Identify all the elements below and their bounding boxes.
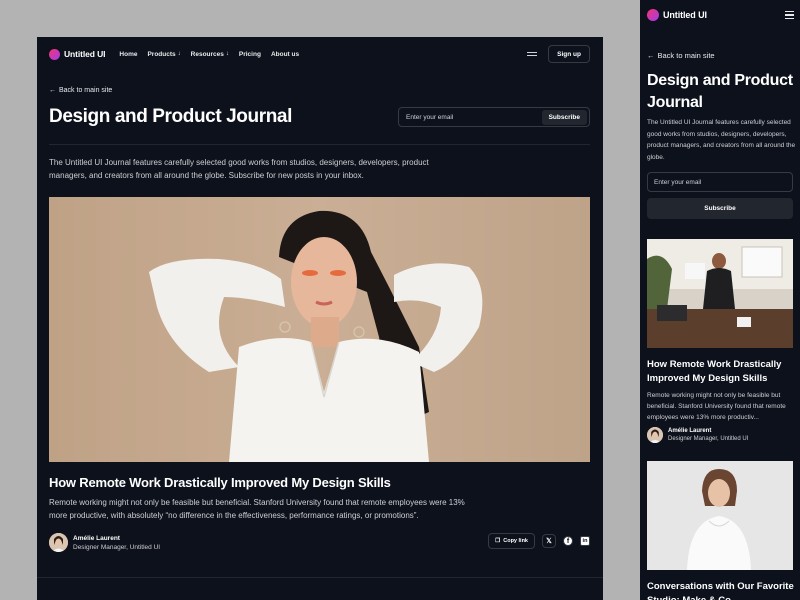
menu-icon[interactable] bbox=[527, 51, 538, 57]
arrow-left-icon: ← bbox=[49, 87, 56, 94]
author-role: Designer Manager, Untitled UI bbox=[668, 436, 749, 442]
facebook-icon[interactable]: f bbox=[563, 536, 573, 546]
nav-item-products[interactable]: Products ↓ bbox=[147, 51, 180, 58]
logo-mark-icon bbox=[647, 9, 659, 21]
nav-item-label: Home bbox=[119, 50, 138, 58]
nav-item-label: About us bbox=[270, 50, 300, 58]
mobile-page: Untitled UI ← Back to main site Design a… bbox=[640, 0, 800, 600]
top-nav: Untitled UI Home Products ↓ Resources ↓ Pr… bbox=[49, 45, 590, 63]
back-link[interactable]: ← Back to main site bbox=[49, 87, 112, 94]
avatar bbox=[49, 533, 68, 552]
subscribe-button[interactable]: Subscribe bbox=[541, 109, 587, 125]
intro-text: The Untitled UI Journal features careful… bbox=[647, 119, 796, 161]
menu-icon[interactable] bbox=[785, 11, 794, 19]
author-role: Designer Manager, Untitled UI bbox=[73, 543, 161, 551]
post-image[interactable] bbox=[647, 239, 793, 348]
featured-image[interactable] bbox=[49, 197, 590, 462]
signup-button[interactable]: Sign up bbox=[548, 45, 590, 63]
back-link[interactable]: ← Back to main site bbox=[647, 51, 715, 60]
chevron-down-icon: ↓ bbox=[177, 51, 181, 57]
copy-icon: ❐ bbox=[495, 538, 501, 544]
logo-text: Untitled UI bbox=[64, 49, 106, 59]
nav-item-label: Products bbox=[147, 50, 176, 58]
page-title: Design and Product Journal bbox=[49, 106, 292, 127]
post-image[interactable] bbox=[647, 461, 793, 570]
desktop-page: Untitled UI Home Products ↓ Resources ↓ Pr… bbox=[37, 37, 603, 600]
subscribe-button[interactable]: Subscribe bbox=[647, 198, 793, 219]
intro-text: The Untitled UI Journal features careful… bbox=[49, 158, 429, 180]
nav-item-label: Resources bbox=[190, 50, 224, 58]
back-link-label: Back to main site bbox=[657, 51, 715, 60]
x-icon[interactable]: 𝕏 bbox=[542, 534, 556, 548]
portrait-illustration bbox=[49, 197, 590, 462]
divider bbox=[49, 144, 590, 145]
copy-link-label: Copy link bbox=[503, 538, 528, 544]
post-title[interactable]: Conversations with Our Favorite Studio: … bbox=[647, 580, 797, 600]
avatar bbox=[647, 427, 663, 443]
logo-mark-icon bbox=[49, 48, 60, 60]
office-illustration bbox=[647, 239, 793, 348]
featured-post-excerpt: Remote working might not only be feasibl… bbox=[49, 498, 465, 520]
author: Amélie Laurent Designer Manager, Untitle… bbox=[49, 533, 160, 552]
nav-actions: Sign up bbox=[527, 45, 590, 63]
copy-link-button[interactable]: ❐ Copy link bbox=[488, 533, 535, 549]
featured-post-title[interactable]: How Remote Work Drastically Improved My … bbox=[49, 475, 391, 490]
mobile-top-nav: Untitled UI bbox=[647, 9, 794, 21]
arrow-left-icon: ← bbox=[647, 51, 655, 60]
subscribe-form: Enter your email Subscribe bbox=[398, 107, 590, 127]
share-actions: ❐ Copy link 𝕏 f in bbox=[488, 533, 590, 549]
post-title[interactable]: How Remote Work Drastically Improved My … bbox=[647, 358, 797, 386]
author: Amélie Laurent Designer Manager, Untitle… bbox=[647, 427, 748, 443]
nav-item-label: Pricing bbox=[238, 50, 261, 58]
linkedin-icon[interactable]: in bbox=[580, 536, 590, 546]
chevron-down-icon: ↓ bbox=[225, 51, 229, 57]
nav-item-home[interactable]: Home bbox=[119, 51, 137, 58]
email-input[interactable]: Enter your email bbox=[647, 172, 793, 192]
nav-item-resources[interactable]: Resources ↓ bbox=[191, 51, 229, 58]
logo-text: Untitled UI bbox=[663, 10, 707, 20]
divider bbox=[37, 577, 603, 578]
back-link-label: Back to main site bbox=[59, 87, 113, 94]
author-name: Amélie Laurent bbox=[73, 534, 120, 542]
nav-item-pricing[interactable]: Pricing bbox=[239, 51, 261, 58]
nav-menu: Home Products ↓ Resources ↓ Pricing About … bbox=[119, 51, 299, 58]
page-title: Design and Product Journal bbox=[647, 72, 793, 111]
nav-item-about[interactable]: About us bbox=[271, 51, 299, 58]
logo[interactable]: Untitled UI bbox=[49, 48, 106, 60]
logo[interactable]: Untitled UI bbox=[647, 9, 707, 21]
author-name: Amélie Laurent bbox=[668, 428, 712, 434]
email-input[interactable]: Enter your email bbox=[406, 114, 453, 121]
portrait-illustration bbox=[647, 461, 793, 570]
post-excerpt: Remote working might not only be feasibl… bbox=[647, 392, 786, 421]
